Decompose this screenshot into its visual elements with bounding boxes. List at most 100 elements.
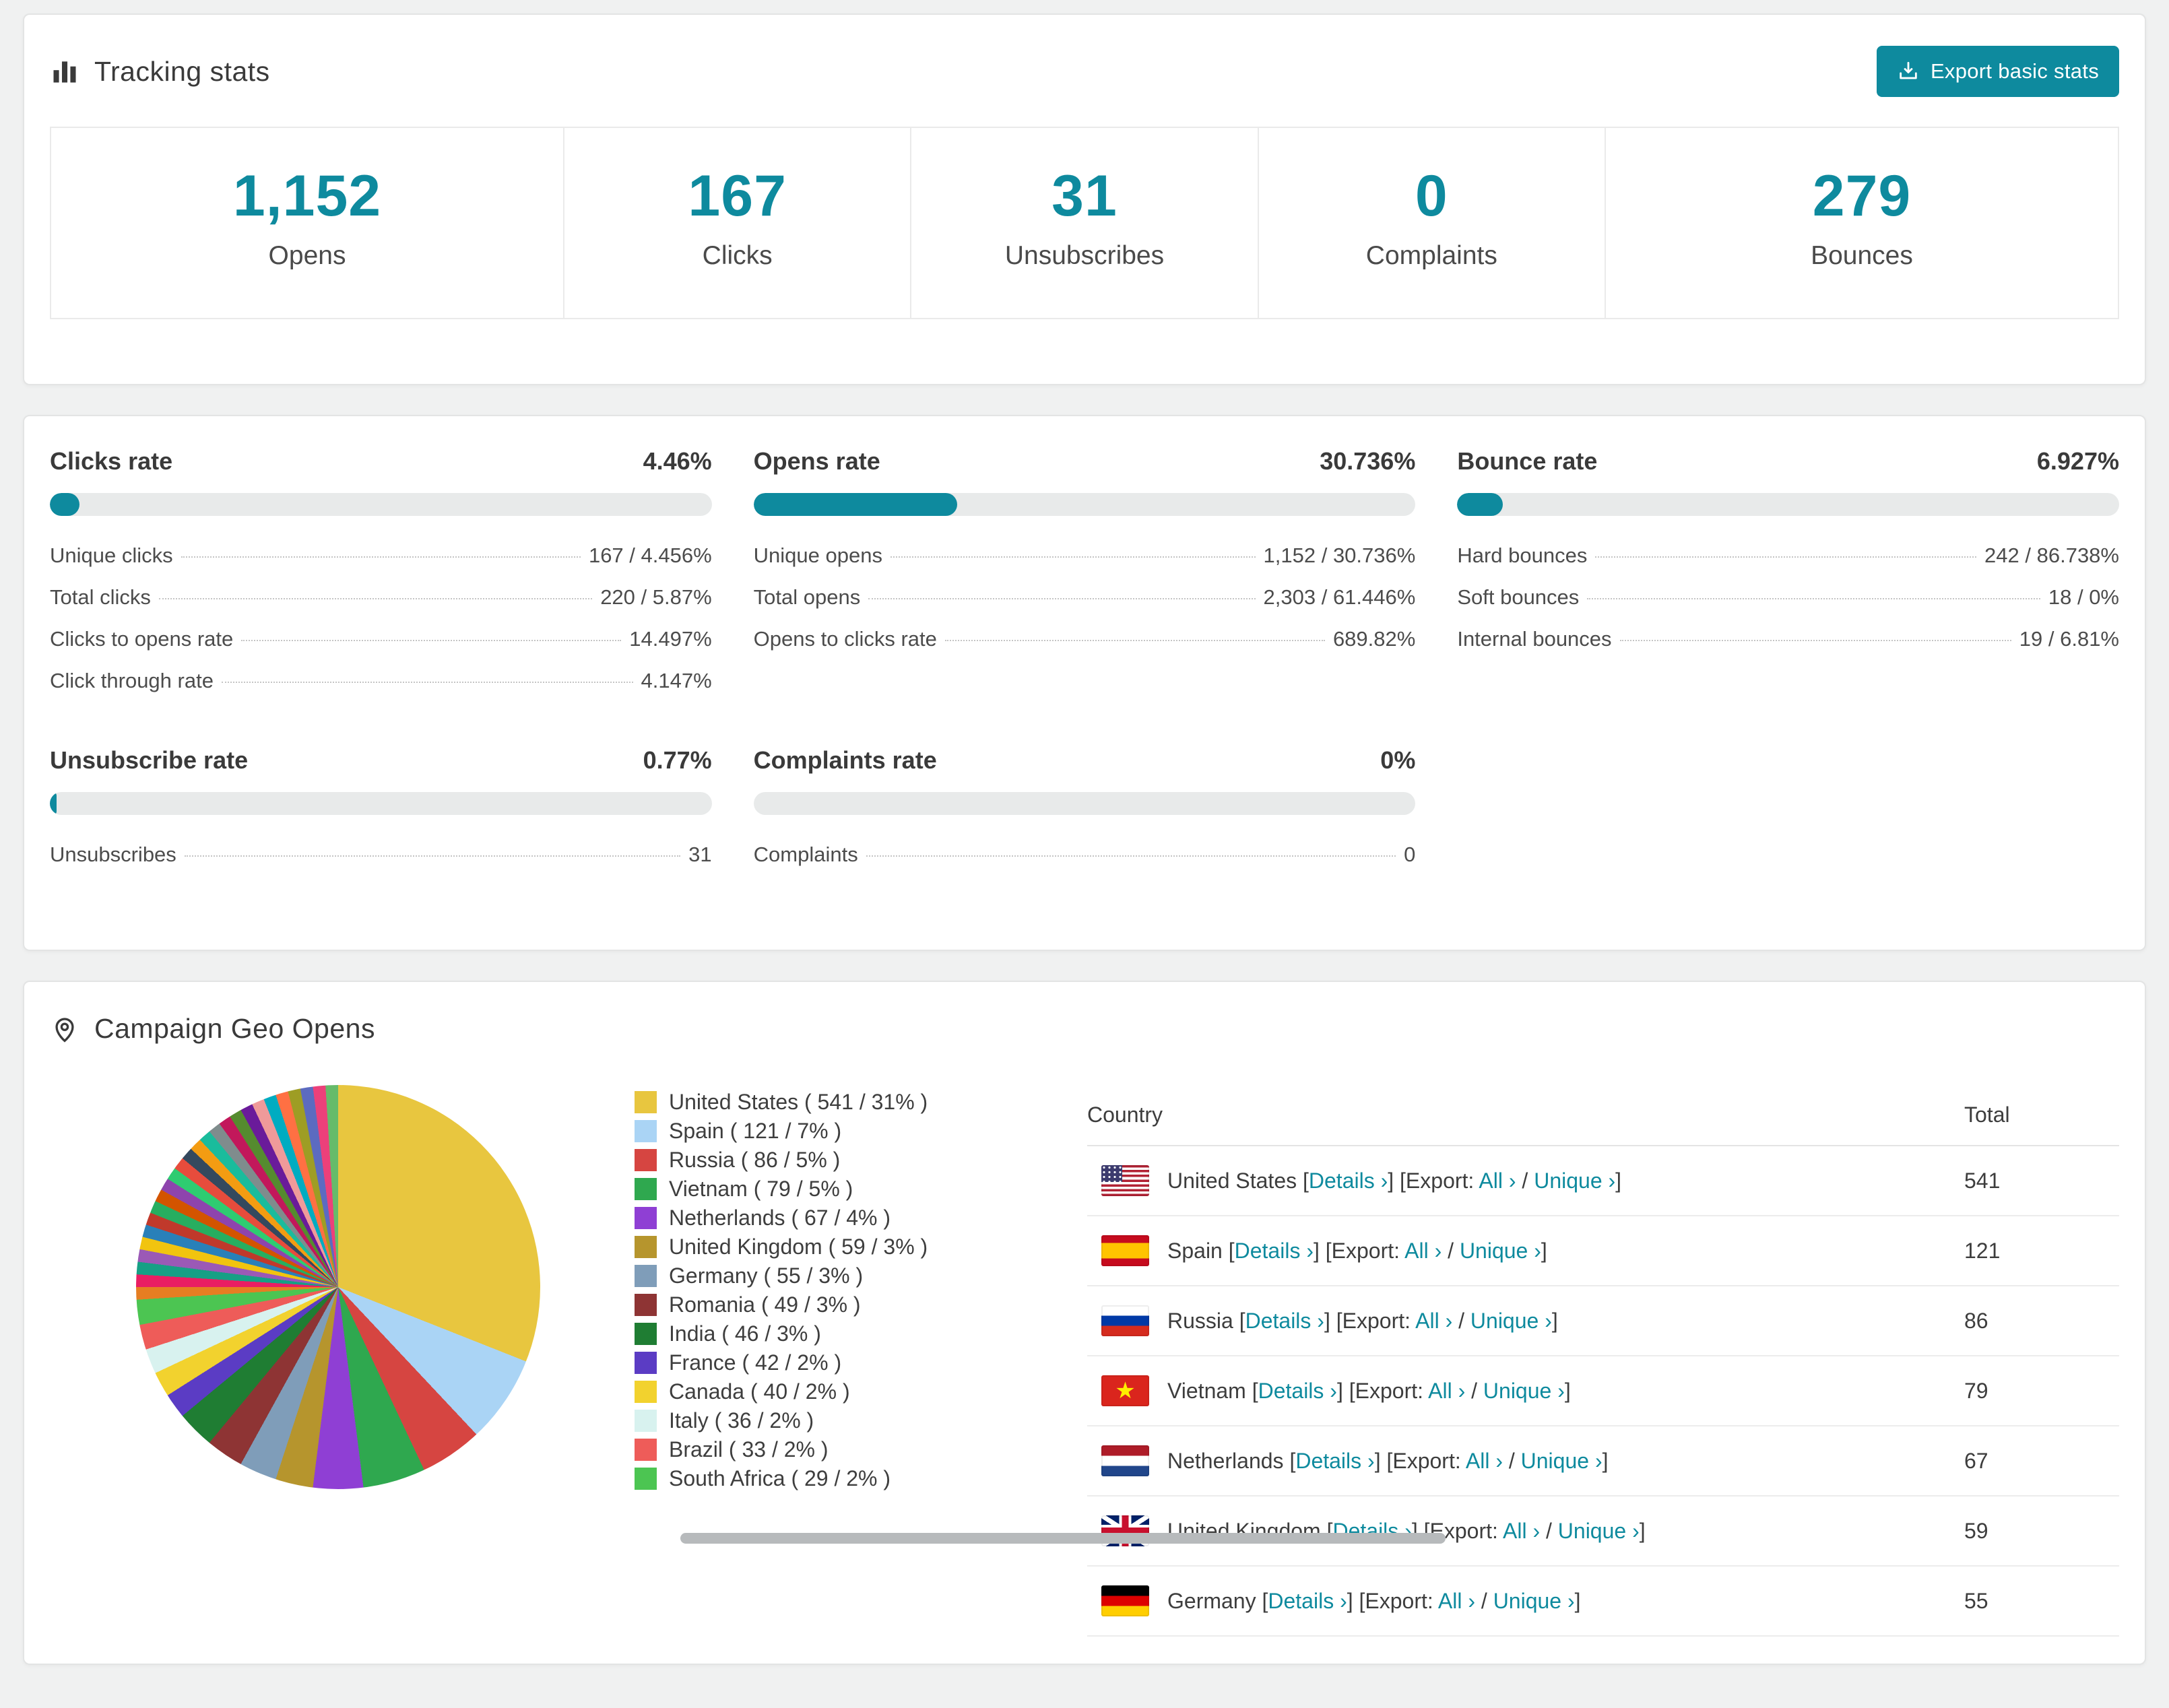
- progress-fill: [50, 493, 79, 516]
- stat-row-value: 167 / 4.456%: [588, 544, 712, 567]
- legend-swatch: [635, 1468, 657, 1490]
- export-all-link[interactable]: All ›: [1415, 1309, 1452, 1333]
- complaints-rate-block: Complaints rate 0% Complaints 0: [753, 746, 1416, 876]
- export-all-link[interactable]: All ›: [1479, 1169, 1516, 1193]
- rate-value: 6.927%: [2036, 447, 2119, 475]
- legend-label: Spain ( 121 / 7% ): [669, 1119, 842, 1143]
- export-all-link[interactable]: All ›: [1503, 1519, 1540, 1543]
- legend-label: Canada ( 40 / 2% ): [669, 1379, 850, 1404]
- legend-item: South Africa ( 29 / 2% ): [635, 1464, 928, 1493]
- opens-rate-progressbar: [753, 493, 1416, 516]
- country-total: 86: [1964, 1286, 2119, 1356]
- stat-row-label: Hard bounces: [1457, 544, 1588, 567]
- progress-fill: [50, 792, 57, 815]
- stat-row-label: Total opens: [753, 585, 861, 609]
- export-unique-link[interactable]: Unique ›: [1483, 1379, 1565, 1403]
- legend-label: South Africa ( 29 / 2% ): [669, 1466, 891, 1490]
- stat-opens: 1,152 Opens: [50, 127, 564, 319]
- geo-opens-title: Campaign Geo Opens: [50, 1013, 375, 1045]
- legend-label: India ( 46 / 3% ): [669, 1321, 821, 1346]
- export-unique-link[interactable]: Unique ›: [1521, 1449, 1603, 1473]
- legend-swatch: [635, 1439, 657, 1461]
- column-header-total: Total: [1964, 1085, 2119, 1146]
- details-link[interactable]: Details ›: [1295, 1449, 1374, 1473]
- clicks-rate-progressbar: [50, 493, 712, 516]
- stat-bounces: 279 Bounces: [1604, 127, 2119, 319]
- stat-clicks: 167 Clicks: [563, 127, 912, 319]
- unsubscribe-rate-block: Unsubscribe rate 0.77% Unsubscribes 31: [50, 746, 712, 876]
- details-link[interactable]: Details ›: [1235, 1239, 1314, 1263]
- country-cell-text: Germany [Details ›] [Export: All › / Uni…: [1167, 1588, 1581, 1613]
- dotted-leader: [181, 556, 581, 558]
- legend-item: Spain ( 121 / 7% ): [635, 1117, 928, 1146]
- dotted-leader: [158, 598, 593, 599]
- details-link[interactable]: Details ›: [1309, 1169, 1388, 1193]
- es-flag-icon: [1101, 1235, 1149, 1266]
- stat-row-value: 4.147%: [641, 669, 712, 692]
- legend-label: Romania ( 49 / 3% ): [669, 1292, 861, 1317]
- country-cell-text: Spain [Details ›] [Export: All › / Uniqu…: [1167, 1238, 1547, 1263]
- rate-title: Bounce rate: [1457, 447, 1598, 475]
- rate-value: 0%: [1380, 746, 1416, 774]
- export-all-link[interactable]: All ›: [1466, 1449, 1503, 1473]
- stat-value: 167: [688, 164, 787, 228]
- geo-opens-card: Campaign Geo Opens United States ( 541 /…: [23, 981, 2146, 1665]
- tracking-stats-title-text: Tracking stats: [94, 55, 270, 87]
- legend-item: Canada ( 40 / 2% ): [635, 1377, 928, 1406]
- tracking-stats-header: Tracking stats Export basic stats: [50, 46, 2119, 97]
- legend-label: France ( 42 / 2% ): [669, 1350, 842, 1375]
- export-unique-link[interactable]: Unique ›: [1558, 1519, 1640, 1543]
- opens-rate-block: Opens rate 30.736% Unique opens 1,152 / 3…: [753, 447, 1416, 702]
- tracking-stats-card: Tracking stats Export basic stats 1,152 …: [23, 13, 2146, 385]
- de-flag-icon: [1101, 1585, 1149, 1616]
- export-icon: [1900, 61, 1917, 79]
- legend-swatch: [635, 1091, 657, 1113]
- horizontal-scrollbar-thumb[interactable]: [680, 1533, 1446, 1544]
- vn-flag-icon: [1101, 1375, 1149, 1406]
- stat-row: Complaints 0: [754, 834, 1416, 876]
- bounce-rate-progressbar: [1457, 493, 2119, 516]
- export-unique-link[interactable]: Unique ›: [1470, 1309, 1552, 1333]
- legend-swatch: [635, 1149, 657, 1171]
- legend-swatch: [635, 1265, 657, 1287]
- rate-title: Complaints rate: [753, 746, 937, 774]
- stats-summary-strip: 1,152 Opens 167 Clicks 31 Unsubscribes 0…: [50, 127, 2119, 319]
- country-cell: Germany [Details ›] [Export: All › / Uni…: [1087, 1585, 1964, 1616]
- stat-row-label: Clicks to opens rate: [50, 627, 234, 651]
- dotted-leader: [1587, 598, 2040, 599]
- legend-swatch: [635, 1207, 657, 1229]
- progress-fill: [1457, 493, 1503, 516]
- map-pin-icon: [55, 1017, 74, 1043]
- export-all-link[interactable]: All ›: [1428, 1379, 1465, 1403]
- us-flag-icon: [1101, 1165, 1149, 1196]
- page: Tracking stats Export basic stats 1,152 …: [0, 0, 2169, 1708]
- export-all-link[interactable]: All ›: [1438, 1589, 1475, 1613]
- legend-item: Russia ( 86 / 5% ): [635, 1146, 928, 1175]
- export-basic-stats-button[interactable]: Export basic stats: [1876, 46, 2119, 97]
- export-unique-link[interactable]: Unique ›: [1493, 1589, 1575, 1613]
- table-row: Spain [Details ›] [Export: All › / Uniqu…: [1087, 1216, 2119, 1286]
- stat-row-value: 1,152 / 30.736%: [1263, 544, 1416, 567]
- rate-value: 4.46%: [643, 447, 712, 475]
- rate-value: 30.736%: [1320, 447, 1416, 475]
- stat-row: Unique clicks 167 / 4.456%: [50, 535, 712, 577]
- rate-title: Opens rate: [753, 447, 880, 475]
- export-all-link[interactable]: All ›: [1404, 1239, 1442, 1263]
- geo-table-area: Country Total United States [Details ›] …: [1087, 1085, 2119, 1637]
- tracking-stats-title: Tracking stats: [50, 56, 270, 88]
- details-link[interactable]: Details ›: [1268, 1589, 1347, 1613]
- stat-row-label: Unsubscribes: [50, 843, 176, 866]
- stat-row-value: 242 / 86.738%: [1984, 544, 2119, 567]
- column-header-country: Country: [1087, 1085, 1964, 1146]
- country-total: 59: [1964, 1496, 2119, 1567]
- export-unique-link[interactable]: Unique ›: [1534, 1169, 1615, 1193]
- stat-label: Clicks: [702, 241, 773, 270]
- legend-label: Vietnam ( 79 / 5% ): [669, 1177, 853, 1201]
- export-unique-link[interactable]: Unique ›: [1460, 1239, 1541, 1263]
- country-total: 55: [1964, 1566, 2119, 1637]
- details-link[interactable]: Details ›: [1258, 1379, 1337, 1403]
- stat-row-label: Internal bounces: [1457, 627, 1612, 651]
- country-total: 541: [1964, 1146, 2119, 1216]
- details-link[interactable]: Details ›: [1245, 1309, 1324, 1333]
- stat-row: Opens to clicks rate 689.82%: [754, 618, 1416, 660]
